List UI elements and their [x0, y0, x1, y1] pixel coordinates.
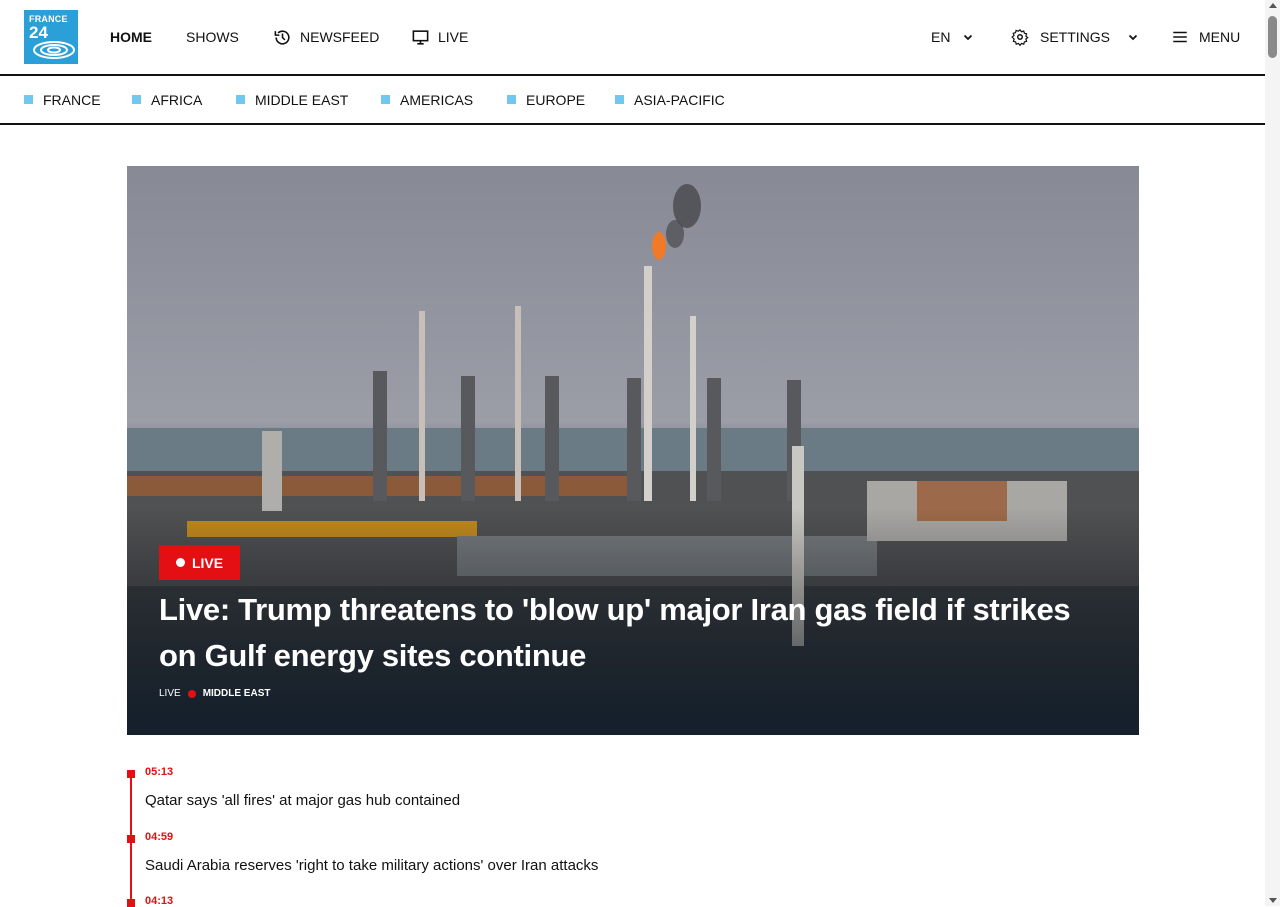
region-square-icon	[132, 95, 141, 104]
hero-article[interactable]: LIVE Live: Trump threatens to 'blow up' …	[127, 166, 1139, 735]
nav-home[interactable]: HOME	[110, 29, 152, 45]
region-label: AMERICAS	[400, 91, 474, 108]
logo-text-line2: 24	[29, 23, 48, 42]
nav-live[interactable]: LIVE	[411, 28, 468, 47]
region-label: FRANCE	[43, 91, 101, 108]
red-dot-icon	[187, 689, 196, 698]
nav-live-label: LIVE	[438, 29, 469, 45]
nav-shows-label: SHOWS	[186, 29, 239, 45]
top-header: FRANCE 24 HOME SHOWS NEWSFEED LIVE EN SE…	[0, 0, 1265, 76]
live-dot-icon	[175, 558, 185, 567]
live-badge: LIVE	[159, 545, 240, 580]
language-label: EN	[931, 29, 951, 45]
region-square-icon	[236, 95, 245, 104]
region-label: AFRICA	[151, 91, 203, 108]
nav-shows[interactable]: SHOWS	[186, 29, 239, 45]
scroll-down-icon[interactable]	[1269, 898, 1277, 903]
nav-newsfeed[interactable]: NEWSFEED	[273, 28, 379, 47]
scrollbar-thumb[interactable]	[1268, 16, 1277, 58]
region-square-icon	[24, 95, 33, 104]
timeline-headline[interactable]: Qatar says 'all fires' at major gas hub …	[145, 792, 460, 809]
timeline-time: 04:59	[145, 831, 174, 843]
region-square-icon	[507, 95, 516, 104]
region-africa[interactable]: AFRICA	[132, 76, 202, 123]
settings-button[interactable]: SETTINGS	[1011, 28, 1139, 46]
gear-icon	[1011, 29, 1029, 46]
region-france[interactable]: FRANCE	[24, 76, 101, 123]
history-icon	[274, 29, 290, 45]
region-square-icon	[381, 95, 390, 104]
hero-meta-live: LIVE	[159, 688, 181, 699]
scroll-up-icon[interactable]	[1269, 3, 1277, 8]
menu-button[interactable]: MENU	[1171, 28, 1240, 46]
region-nav: FRANCE AFRICA MIDDLE EAST AMERICAS EUROP…	[0, 76, 1265, 125]
chevron-down-icon	[964, 34, 973, 41]
timeline-marker-icon	[127, 835, 135, 843]
hero-headline[interactable]: Live: Trump threatens to 'blow up' major…	[159, 587, 1079, 679]
nav-newsfeed-label: NEWSFEED	[300, 29, 380, 45]
region-label: EUROPE	[526, 91, 586, 108]
region-square-icon	[615, 95, 624, 104]
hamburger-menu-icon	[1173, 31, 1187, 43]
nav-home-label: HOME	[110, 29, 152, 45]
region-europe[interactable]: EUROPE	[507, 76, 585, 123]
menu-label: MENU	[1199, 29, 1241, 45]
chevron-down-icon	[1128, 34, 1138, 41]
hero-meta-category[interactable]: MIDDLE EAST	[203, 688, 271, 699]
region-americas[interactable]: AMERICAS	[381, 76, 473, 123]
page-scrollbar[interactable]	[1265, 0, 1280, 906]
region-middle-east[interactable]: MIDDLE EAST	[236, 76, 348, 123]
monitor-icon	[412, 29, 429, 45]
timeline-time: 05:13	[145, 766, 174, 778]
live-badge-label: LIVE	[191, 554, 224, 571]
timeline-time: 04:13	[145, 895, 174, 907]
hero-meta: LIVE MIDDLE EAST	[159, 688, 270, 699]
region-label: MIDDLE EAST	[255, 91, 349, 108]
timeline-headline[interactable]: Saudi Arabia reserves 'right to take mil…	[145, 857, 598, 874]
france24-logo[interactable]: FRANCE 24	[24, 10, 78, 64]
region-asia-pacific[interactable]: ASIA-PACIFIC	[615, 76, 725, 123]
region-label: ASIA-PACIFIC	[634, 91, 725, 108]
timeline-marker-icon	[127, 770, 135, 778]
settings-label: SETTINGS	[1040, 29, 1111, 45]
language-selector[interactable]: EN	[931, 29, 974, 45]
